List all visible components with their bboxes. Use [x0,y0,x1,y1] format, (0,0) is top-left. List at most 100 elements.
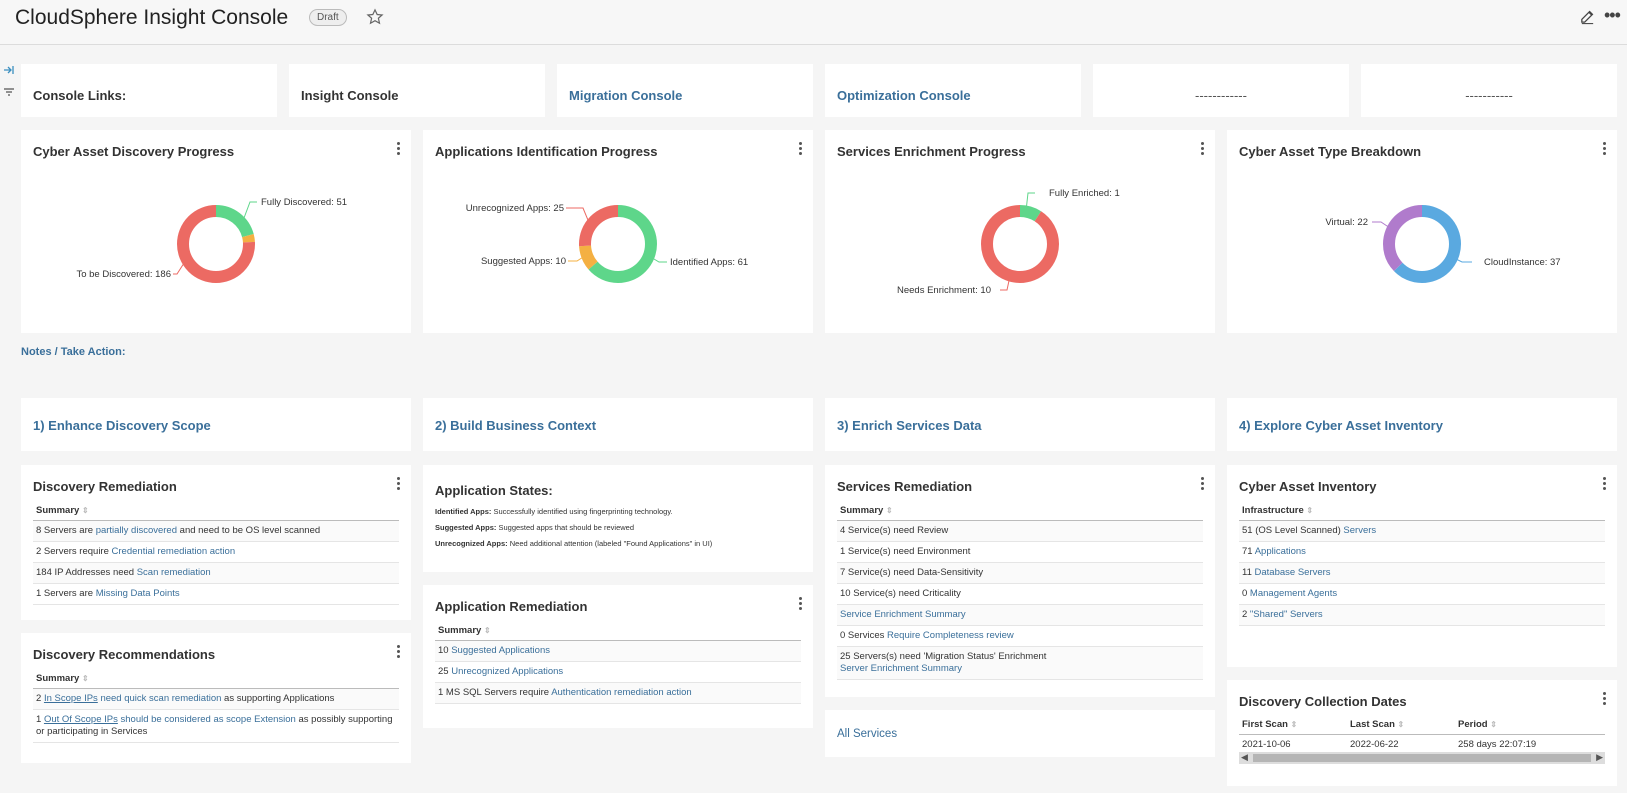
filter-icon[interactable] [3,86,15,98]
row-link[interactable]: Management Agents [1247,588,1337,599]
scrollbar-thumb[interactable] [1253,754,1591,762]
slice-label: Identified Apps: 61 [670,257,748,268]
scroll-right-icon[interactable]: ▶ [1596,752,1603,763]
card-menu-icon[interactable] [1603,477,1607,491]
asset-type-donut-chart: Virtual: 22 CloudInstance: 37 [1325,205,1561,283]
insight-console-label: Insight Console [301,88,399,103]
state-line: Unrecognized Apps: Need additional atten… [435,539,713,548]
slice-label: Virtual: 22 [1325,217,1368,228]
edit-icon[interactable] [1579,8,1596,25]
table-body: 8 Servers are partially discovered and n… [33,521,399,605]
row-link[interactable]: Missing Data Points [96,588,180,599]
console-links-card: Console Links: [21,64,277,117]
collection-dates-card: Discovery Collection Dates First Scan ⇕ … [1227,680,1617,786]
column-header[interactable]: Last Scan ⇕ [1350,719,1458,730]
all-services-link[interactable]: All Services [837,728,897,740]
last-scan-value: 2022-06-22 [1350,739,1399,750]
row-link[interactable]: Out Of Scope IPs [44,714,118,725]
slice-label: Suggested Apps: 10 [481,256,566,267]
more-options-icon[interactable]: ••• [1604,5,1621,26]
column-header[interactable]: Summary ⇕ [33,501,399,521]
table-row: 1 Out Of Scope IPs should be considered … [33,710,399,743]
slice-label: Needs Enrichment: 10 [897,285,991,296]
optimization-console-card: Optimization Console [825,64,1081,117]
expand-sidebar-icon[interactable] [3,64,15,76]
row-link[interactable]: Suggested Applications [449,645,550,656]
table-row: 71 Applications [1239,542,1605,563]
discovery-recommendations-card: Discovery Recommendations Summary ⇕ 2 In… [21,633,411,763]
column-header[interactable]: First Scan ⇕ [1242,719,1350,730]
placeholder-text: ----------- [1465,88,1513,103]
inventory-table: Infrastructure ⇕ 51 (OS Level Scanned) S… [1239,501,1605,626]
column-header[interactable]: Period ⇕ [1458,719,1497,730]
sort-icon: ⇕ [81,674,89,683]
card-title: Cyber Asset Inventory [1239,479,1377,494]
step-link[interactable]: 4) Explore Cyber Asset Inventory [1239,418,1443,433]
table-row: 11 Database Servers [1239,563,1605,584]
remediation-table: Summary ⇕ 8 Servers are partially discov… [33,501,399,605]
application-states-card: Application States: Identified Apps: Suc… [423,465,813,572]
sort-icon: ⇕ [885,506,893,515]
placeholder-text: ------------ [1195,88,1247,103]
all-services-card: All Services [825,710,1215,757]
column-header[interactable]: Summary ⇕ [33,669,399,689]
table-row: 10 Suggested Applications [435,641,801,662]
optimization-console-link[interactable]: Optimization Console [837,88,971,103]
row-link[interactable]: Unrecognized Applications [449,666,563,677]
row-link[interactable]: Database Servers [1252,567,1331,578]
row-link[interactable]: "Shared" Servers [1247,609,1323,620]
card-menu-icon[interactable] [397,477,401,491]
column-header[interactable]: Summary ⇕ [837,501,1203,521]
star-icon[interactable] [366,8,384,26]
row-link[interactable]: Credential remediation action [112,546,236,557]
step-link[interactable]: 2) Build Business Context [435,418,596,433]
migration-console-link[interactable]: Migration Console [569,88,682,103]
discovery-remediation-card: Discovery Remediation Summary ⇕ 8 Server… [21,465,411,620]
row-link[interactable]: Service Enrichment Summary [840,609,966,620]
row-link[interactable]: Scan remediation [137,567,211,578]
row-link[interactable]: In Scope IPs [44,693,98,704]
table-row: 8 Servers are partially discovered and n… [33,521,399,542]
card-title: Application Remediation [435,599,588,614]
slice-label: Fully Discovered: 51 [261,197,347,208]
services-progress-card: Services Enrichment Progress Fully Enric… [825,130,1215,333]
table-row: 1 Servers are Missing Data Points [33,584,399,605]
application-remediation-card: Application Remediation Summary ⇕ 10 Sug… [423,585,813,728]
table-row: 51 (OS Level Scanned) Servers [1239,521,1605,542]
card-menu-icon[interactable] [799,597,803,611]
donut-slice-needs-enrichment[interactable] [981,205,1059,283]
card-menu-icon[interactable] [1201,477,1205,491]
row-link[interactable]: should be considered as scope Extension [118,714,295,725]
period-value: 258 days 22:07:19 [1458,739,1537,750]
table-row: 184 IP Addresses need Scan remediation [33,563,399,584]
horizontal-scrollbar[interactable]: ◀ ▶ [1239,752,1605,764]
row-link[interactable]: Servers [1343,525,1376,536]
row-link[interactable]: partially discovered [96,525,177,536]
slice-label: Unrecognized Apps: 25 [466,203,564,214]
table-row: 4 Service(s) need Review [837,521,1203,542]
step-link[interactable]: 3) Enrich Services Data [837,418,982,433]
card-menu-icon[interactable] [1603,692,1607,706]
sort-icon: ⇕ [81,506,89,515]
row-link[interactable]: Require Completeness review [887,630,1014,641]
column-header[interactable]: Infrastructure ⇕ [1239,501,1605,521]
notes-heading: Notes / Take Action: [21,346,126,358]
placeholder-card: ------------ [1093,64,1349,117]
placeholder-card: ----------- [1361,64,1617,117]
discovery-donut-chart: Fully Discovered: 51 To be Discovered: 1… [76,197,347,283]
discovery-progress-card: Cyber Asset Discovery Progress Fully Dis… [21,130,411,333]
apps-donut-chart: Unrecognized Apps: 25 Suggested Apps: 10… [466,203,748,283]
scroll-left-icon[interactable]: ◀ [1241,752,1248,763]
card-menu-icon[interactable] [397,645,401,659]
console-links-label: Console Links: [33,88,127,103]
column-header[interactable]: Summary ⇕ [435,621,801,641]
step-link[interactable]: 1) Enhance Discovery Scope [33,418,211,433]
table-row: 25 Servers(s) need 'Migration Status' En… [837,647,1203,680]
row-link[interactable]: Authentication remediation action [551,687,691,698]
page-header: CloudSphere Insight Console Draft ••• [0,0,1627,45]
slice-label: CloudInstance: 37 [1484,257,1561,268]
row-link[interactable]: Applications [1253,546,1306,557]
row-link[interactable]: need quick scan remediation [98,693,221,704]
row-link[interactable]: Server Enrichment Summary [840,663,962,674]
table-row: 25 Unrecognized Applications [435,662,801,683]
